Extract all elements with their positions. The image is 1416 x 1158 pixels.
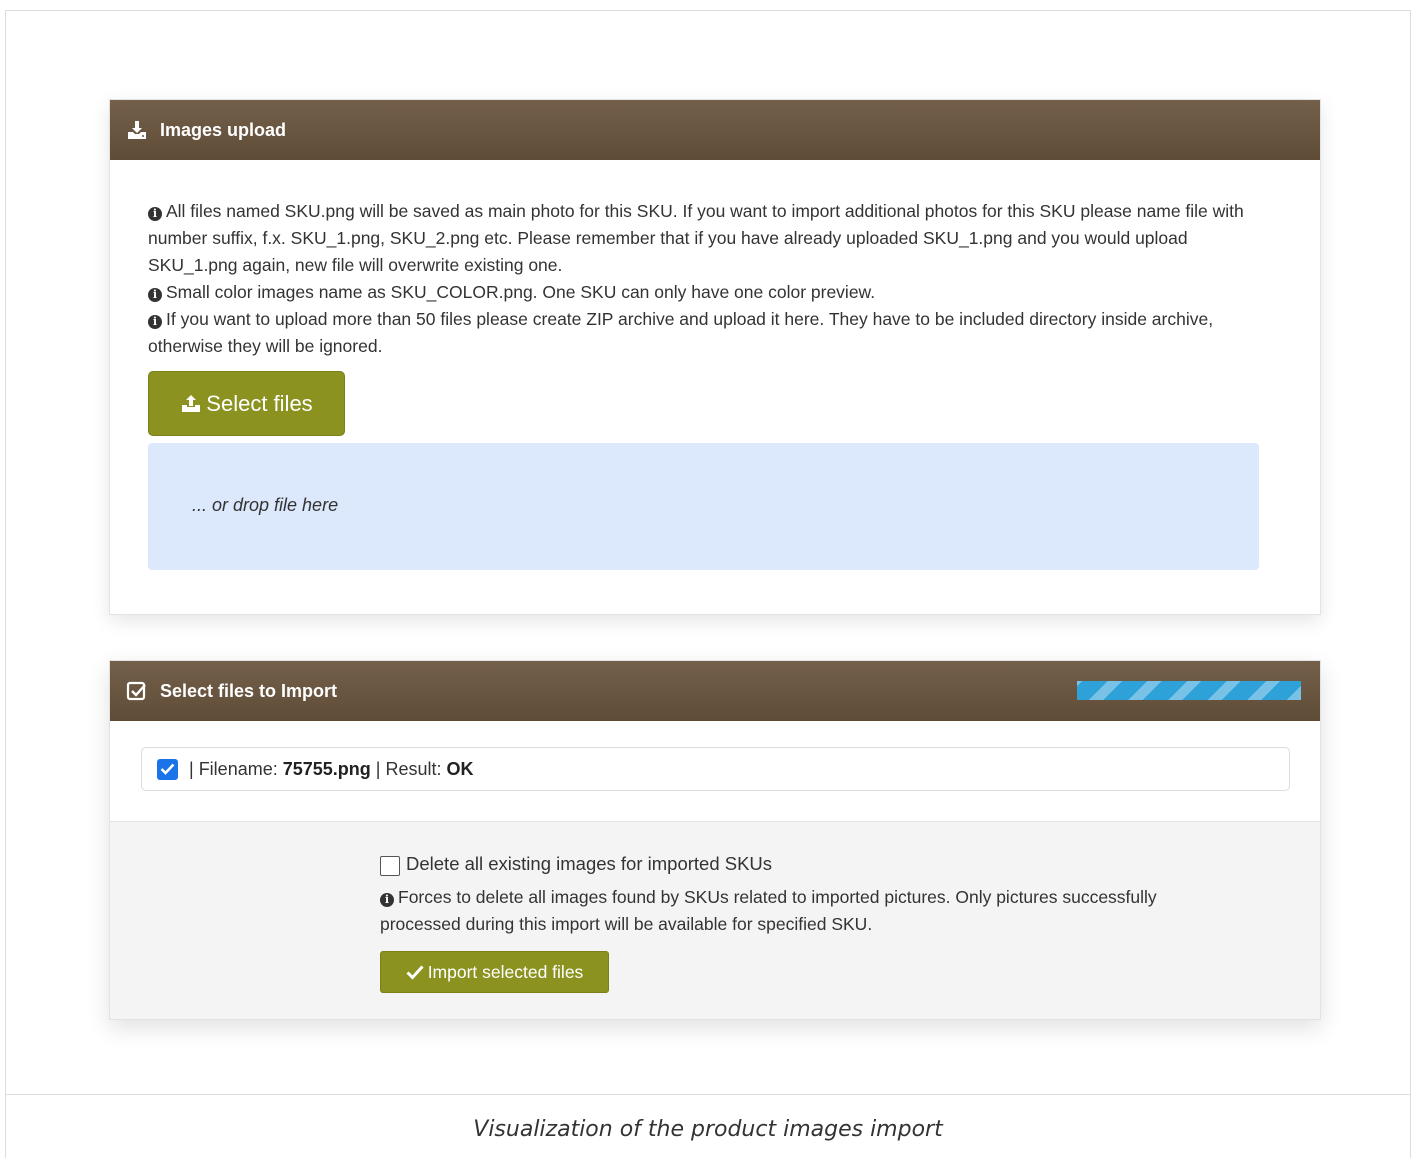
import-options-footer: Delete all existing images for imported … — [110, 821, 1320, 1019]
delete-existing-checkbox[interactable] — [380, 856, 400, 876]
info-line: i Small color images name as SKU_COLOR.pn… — [148, 279, 1278, 306]
file-list-item: | Filename: 75755.png | Result: OK — [141, 747, 1290, 791]
info-line-text: Small color images name as SKU_COLOR.png… — [166, 282, 876, 302]
check-icon — [406, 965, 424, 980]
delete-existing-label: Delete all existing images for imported … — [406, 853, 773, 874]
import-progress-bar — [1077, 681, 1301, 700]
separator: | — [184, 758, 199, 779]
file-dropzone[interactable]: ... or drop file here — [148, 443, 1259, 570]
info-line: i If you want to upload more than 50 file… — [148, 306, 1278, 360]
info-line: i All files named SKU.png will be saved a… — [148, 198, 1278, 279]
import-selected-label: Import selected files — [427, 961, 584, 982]
figure-frame: Images upload i All files named SKU.png w… — [5, 10, 1411, 1158]
select-files-label: Select files — [206, 390, 313, 416]
images-upload-header: Images upload — [110, 100, 1320, 160]
info-icon: i — [148, 288, 162, 302]
upload-instructions: i All files named SKU.png will be saved a… — [148, 198, 1278, 360]
info-icon: i — [148, 315, 162, 329]
import-panel-title: Select files to Import — [160, 680, 338, 701]
download-icon — [128, 121, 146, 139]
delete-existing-info: i Forces to delete all images found by SK… — [380, 884, 1240, 938]
images-upload-title: Images upload — [160, 119, 287, 140]
result-label: Result: — [385, 758, 442, 779]
delete-existing-option[interactable]: Delete all existing images for imported … — [380, 852, 772, 876]
import-selected-files-button[interactable]: Import selected files — [380, 951, 609, 993]
dropzone-text: ... or drop file here — [192, 495, 339, 515]
figure-caption: Visualization of the product images impo… — [473, 1117, 943, 1142]
info-icon: i — [148, 207, 162, 221]
file-select-checkbox[interactable] — [157, 758, 178, 780]
caption-divider — [6, 1094, 1410, 1095]
separator: | — [370, 758, 386, 779]
info-line-text: If you want to upload more than 50 files… — [148, 309, 1214, 356]
check-square-icon — [126, 681, 146, 701]
images-upload-panel: Images upload i All files named SKU.png w… — [109, 99, 1321, 615]
select-files-button[interactable]: Select files — [148, 371, 345, 436]
result-value: OK — [446, 758, 474, 779]
delete-info-text: Forces to delete all images found by SKU… — [380, 887, 1157, 934]
filename-label: Filename: — [198, 758, 278, 779]
filename-value: 75755.png — [282, 758, 371, 779]
info-line-text: All files named SKU.png will be saved as… — [148, 201, 1244, 275]
select-files-import-panel: Select files to Import | Filename: 75755… — [109, 660, 1321, 1020]
upload-icon — [182, 394, 201, 412]
info-icon: i — [380, 893, 394, 907]
checkmark-icon — [160, 763, 175, 775]
